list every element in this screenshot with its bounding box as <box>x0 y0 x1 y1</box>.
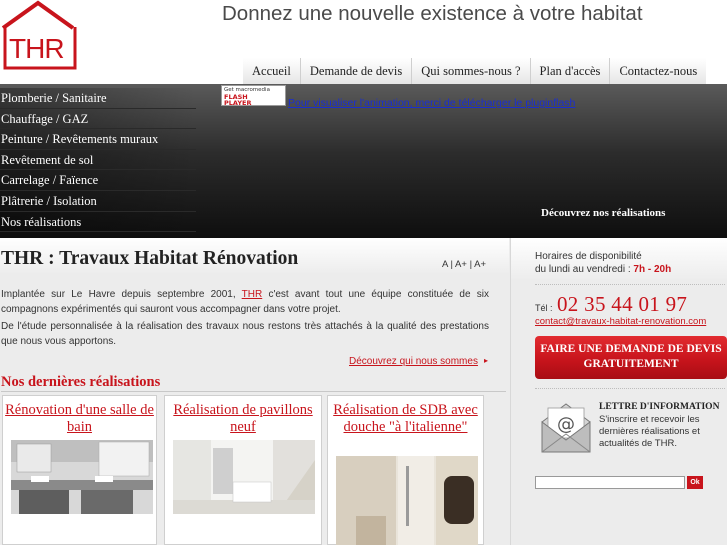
project-card-salle-de-bain[interactable]: Rénovation d'une salle de bain <box>2 395 157 545</box>
intro-thr-link[interactable]: THR <box>242 289 263 300</box>
sidenav-platrerie[interactable]: Plâtrerie / Isolation <box>0 190 196 212</box>
flash-badge-line3: PLAYER <box>224 99 252 107</box>
flash-download-link[interactable]: Pour visualiser l'animation, merci de té… <box>288 97 575 109</box>
main-content: THR : Travaux Habitat Rénovation A | A+ … <box>0 238 509 545</box>
font-size-largest[interactable]: A+ <box>474 259 486 270</box>
font-size-controls: A | A+ | A+ <box>442 259 487 270</box>
interior-photo[interactable] <box>173 440 315 514</box>
intro-paragraph: Implantée sur Le Havre depuis septembre … <box>1 288 489 317</box>
divider <box>1 391 506 392</box>
sidenav-plomberie[interactable]: Plomberie / Sanitaire <box>0 88 196 109</box>
divider <box>535 388 725 389</box>
free-quote-button[interactable]: FAIRE UNE DEMANDE DE DEVIS GRATUITEMENT <box>535 336 727 379</box>
sidenav-carrelage[interactable]: Carrelage / Faïence <box>0 170 196 191</box>
logo-text: THR <box>9 33 65 64</box>
site-slogan: Donnez une nouvelle existence à votre ha… <box>222 2 643 25</box>
header: THR Donnez une nouvelle existence à votr… <box>0 0 727 84</box>
nav-qui-sommes-nous[interactable]: Qui sommes-nous ? <box>411 58 529 84</box>
intro-text-before: Implantée sur Le Havre depuis septembre … <box>1 289 242 300</box>
divider <box>535 284 725 285</box>
latest-projects-title: Nos dernières réalisations <box>1 374 161 390</box>
svg-text:@: @ <box>557 414 575 435</box>
contact-email-link[interactable]: contact@travaux-habitat-renovation.com <box>535 316 706 327</box>
page-title: THR : Travaux Habitat Rénovation <box>1 248 299 269</box>
font-size-larger[interactable]: A+ <box>455 259 467 270</box>
project-card-douche-italienne[interactable]: Réalisation de SDB avec douche "à l'ital… <box>327 395 484 545</box>
font-size-normal[interactable]: A <box>442 259 448 270</box>
newsletter-description: S'inscrire et recevoir les dernières réa… <box>599 414 700 449</box>
project-card-title[interactable]: Réalisation de pavillons neuf <box>165 402 321 436</box>
flash-player-badge[interactable]: Get macromedia FLASH PLAYER <box>221 85 286 106</box>
nav-plan-acces[interactable]: Plan d'accès <box>529 58 610 84</box>
sidenav-revetement-sol[interactable]: Revêtement de sol <box>0 149 196 171</box>
project-card-pavillons[interactable]: Réalisation de pavillons neuf <box>164 395 322 545</box>
hours-label: Horaires de disponibilité <box>535 251 642 262</box>
email-newsletter-icon: @ <box>541 403 591 453</box>
banner-cta-realisations[interactable]: Découvrez nos réalisations <box>541 207 665 219</box>
hours-value: 7h - 20h <box>633 264 672 275</box>
sidenav-chauffage[interactable]: Chauffage / GAZ <box>0 108 196 130</box>
project-card-title[interactable]: Réalisation de SDB avec douche "à l'ital… <box>328 402 483 436</box>
project-card-title[interactable]: Rénovation d'une salle de bain <box>3 402 156 436</box>
sidenav-peinture[interactable]: Peinture / Revêtements muraux <box>0 129 196 150</box>
about-us-link[interactable]: Découvrez qui nous sommes <box>349 356 478 367</box>
nav-accueil[interactable]: Accueil <box>243 58 300 84</box>
nav-demande-de-devis[interactable]: Demande de devis <box>299 58 411 84</box>
phone-number[interactable]: 02 35 44 01 97 <box>557 292 687 317</box>
side-navigation: Plomberie / Sanitaire Chauffage / GAZ Pe… <box>0 88 196 233</box>
newsletter-submit-button[interactable]: Ok <box>687 476 703 489</box>
chevron-right-icon: ▸ <box>484 356 489 365</box>
nav-contactez-nous[interactable]: Contactez-nous <box>609 58 706 84</box>
quality-paragraph: De l'étude personnalisée à la réalisatio… <box>1 321 489 347</box>
shower-photo[interactable] <box>336 456 478 545</box>
newsletter-email-input[interactable] <box>535 476 685 489</box>
right-sidebar: Horaires de disponibilité du lundi au ve… <box>510 238 727 545</box>
bathroom-photo[interactable] <box>11 440 153 514</box>
phone-label: Tél : <box>535 303 553 313</box>
sidenav-realisations[interactable]: Nos réalisations <box>0 211 196 233</box>
newsletter-title: LETTRE D'INFORMATION <box>599 402 720 412</box>
top-navigation: Accueil Demande de devis Qui sommes-nous… <box>243 58 707 84</box>
hours-days: du lundi au vendredi : 7h - 20h <box>535 264 672 275</box>
